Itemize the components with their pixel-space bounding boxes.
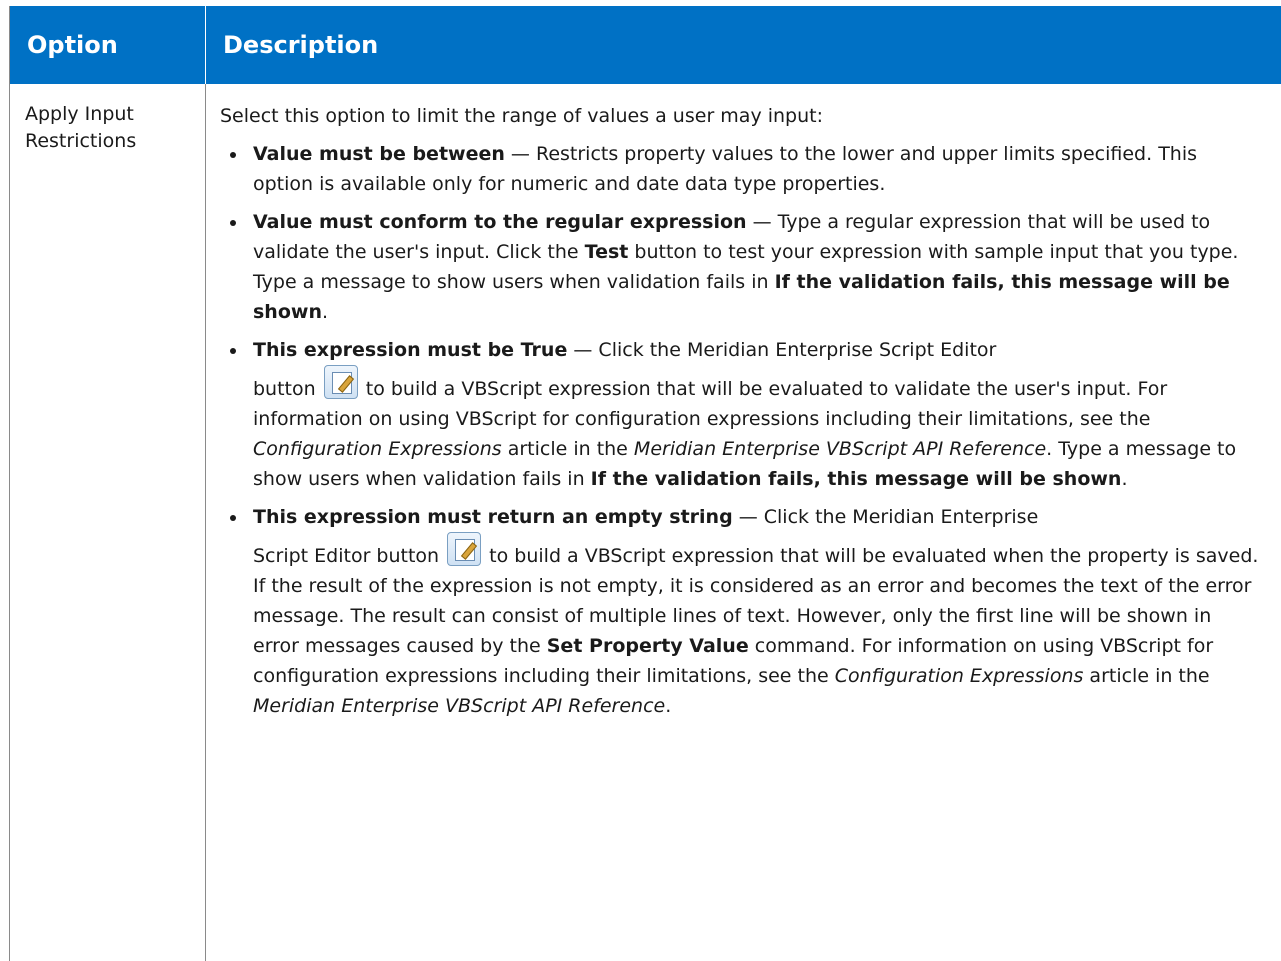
item-title: Value must be between [253,143,505,165]
doc-reference-title: Configuration Expressions [834,665,1084,687]
option-name-line1: Apply Input [25,103,134,125]
item-text: . [321,301,329,323]
header-option: Option [10,6,206,84]
item-text: button [253,378,322,400]
list-item: This expression must return an empty str… [220,502,1261,721]
list-item: Value must conform to the regular expres… [220,207,1261,327]
command-ref: Set Property Value [546,635,749,657]
table-row: Apply Input Restrictions Select this opt… [10,84,1281,961]
option-cell: Apply Input Restrictions [10,84,206,961]
item-text: — Click the Meridian Enterprise Script E… [567,339,997,361]
list-item: Value must be between — Restricts proper… [220,139,1261,199]
item-text: . [1121,468,1128,490]
item-text: . [665,695,672,717]
script-editor-icon [447,532,482,566]
doc-reference-title: Meridian Enterprise VBScript API Referen… [633,438,1047,460]
item-text: Script Editor button [253,545,446,567]
item-title: This expression must return an empty str… [253,506,733,528]
item-text: to build a VBScript expression that will… [253,378,1168,430]
item-title: Value must conform to the regular expres… [253,211,747,233]
header-description: Description [223,31,379,59]
doc-reference-title: Meridian Enterprise VBScript API Referen… [253,695,666,717]
description-cell: Select this option to limit the range of… [206,84,1281,961]
doc-reference-title: Configuration Expressions [253,438,502,460]
options-table: Option Description Apply Input Restricti… [9,6,1281,961]
description-intro: Select this option to limit the range of… [220,105,823,127]
restriction-list: Value must be between — Restricts proper… [220,139,1261,721]
item-title: This expression must be True [253,339,568,361]
item-text: article in the [501,438,634,460]
item-text: article in the [1083,665,1210,687]
item-text: — Click the Meridian Enterprise [732,506,1039,528]
script-editor-icon [323,365,358,399]
test-button-ref: Test [584,241,629,263]
validation-message-ref: If the validation fails, this message wi… [590,468,1122,490]
option-name-line2: Restrictions [25,130,137,152]
list-item: This expression must be True — Click the… [220,335,1261,494]
table-header-row: Option Description [10,6,1281,84]
